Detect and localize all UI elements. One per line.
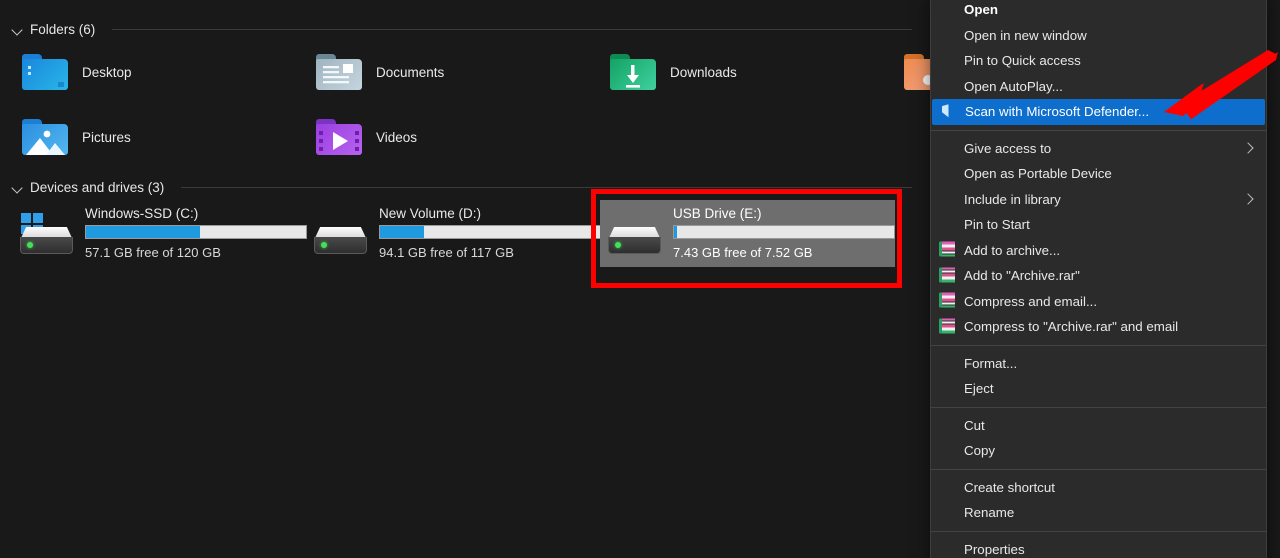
- menu-item-label: Open in new window: [964, 28, 1087, 43]
- chevron-down-icon: [12, 182, 23, 193]
- drive-tile-usb-drive-e[interactable]: USB Drive (E:) 7.43 GB free of 7.52 GB: [600, 200, 895, 267]
- menu-separator: [931, 469, 1266, 470]
- menu-item-give-access-to[interactable]: Give access to: [931, 136, 1266, 162]
- menu-separator: [931, 407, 1266, 408]
- defender-shield-icon: [940, 103, 957, 120]
- drive-name: Windows-SSD (C:): [85, 206, 307, 221]
- winrar-icon: [939, 293, 956, 310]
- menu-item-label: Pin to Start: [964, 217, 1030, 232]
- drive-icon: [607, 215, 662, 259]
- menu-item-create-shortcut[interactable]: Create shortcut: [931, 475, 1266, 501]
- folder-videos-icon: [316, 117, 362, 157]
- folder-label: Pictures: [82, 130, 131, 145]
- menu-item-add-to-archive-rar[interactable]: Add to "Archive.rar": [931, 263, 1266, 289]
- folder-label: Videos: [376, 130, 417, 145]
- folder-downloads-icon: [610, 52, 656, 92]
- menu-item-label: Open AutoPlay...: [964, 79, 1063, 94]
- drive-capacity-bar: [85, 225, 307, 239]
- menu-item-label: Copy: [964, 443, 995, 458]
- menu-item-include-in-library[interactable]: Include in library: [931, 187, 1266, 213]
- winrar-icon: [939, 318, 956, 335]
- menu-item-label: Rename: [964, 505, 1014, 520]
- group-divider: [181, 187, 912, 188]
- menu-item-label: Add to "Archive.rar": [964, 268, 1080, 283]
- menu-item-label: Properties: [964, 542, 1025, 557]
- folder-label: Desktop: [82, 65, 132, 80]
- drive-name: New Volume (D:): [379, 206, 601, 221]
- group-label-folders: Folders (6): [30, 22, 95, 37]
- chevron-right-icon: [1242, 194, 1253, 205]
- group-label-devices: Devices and drives (3): [30, 180, 164, 195]
- menu-item-open-autoplay[interactable]: Open AutoPlay...: [931, 74, 1266, 100]
- file-explorer-screen: Folders (6) Desktop: [0, 0, 1280, 558]
- menu-item-label: Compress to "Archive.rar" and email: [964, 319, 1178, 334]
- folder-tile-videos[interactable]: Videos: [316, 117, 417, 157]
- drive-tile-windows-ssd-c[interactable]: Windows-SSD (C:) 57.1 GB free of 120 GB: [12, 200, 307, 267]
- drive-tile-new-volume-d[interactable]: New Volume (D:) 94.1 GB free of 117 GB: [306, 200, 601, 267]
- winrar-icon: [939, 267, 956, 284]
- menu-item-compress-and-email[interactable]: Compress and email...: [931, 289, 1266, 315]
- menu-item-copy[interactable]: Copy: [931, 438, 1266, 464]
- menu-item-label: Pin to Quick access: [964, 53, 1081, 68]
- drive-free-space-text: 94.1 GB free of 117 GB: [379, 245, 601, 260]
- menu-item-label: Scan with Microsoft Defender...: [965, 104, 1149, 119]
- drive-capacity-bar: [379, 225, 601, 239]
- menu-item-label: Format...: [964, 356, 1017, 371]
- drive-name: USB Drive (E:): [673, 206, 895, 221]
- drive-capacity-bar: [673, 225, 895, 239]
- menu-item-rename[interactable]: Rename: [931, 500, 1266, 526]
- group-header-folders[interactable]: Folders (6): [12, 22, 912, 37]
- menu-item-pin-to-start[interactable]: Pin to Start: [931, 212, 1266, 238]
- menu-item-add-to-archive[interactable]: Add to archive...: [931, 238, 1266, 264]
- menu-item-label: Include in library: [964, 192, 1061, 207]
- folder-label: Downloads: [670, 65, 737, 80]
- drive-icon: [19, 215, 74, 259]
- menu-separator: [931, 531, 1266, 532]
- menu-separator: [931, 130, 1266, 131]
- folder-pictures-icon: [22, 117, 68, 157]
- chevron-right-icon: [1242, 143, 1253, 154]
- menu-item-scan-with-microsoft-defender[interactable]: Scan with Microsoft Defender...: [932, 99, 1265, 125]
- drive-free-space-text: 57.1 GB free of 120 GB: [85, 245, 307, 260]
- folder-tile-downloads[interactable]: Downloads: [610, 52, 737, 92]
- context-menu[interactable]: Open Open in new window Pin to Quick acc…: [930, 0, 1267, 558]
- menu-item-format[interactable]: Format...: [931, 351, 1266, 377]
- menu-item-label: Add to archive...: [964, 243, 1060, 258]
- folder-tile-desktop[interactable]: Desktop: [22, 52, 132, 92]
- menu-item-label: Compress and email...: [964, 294, 1097, 309]
- folder-label: Documents: [376, 65, 444, 80]
- menu-separator: [931, 345, 1266, 346]
- menu-item-eject[interactable]: Eject: [931, 376, 1266, 402]
- drive-capacity-fill: [674, 226, 677, 238]
- chevron-down-icon: [12, 24, 23, 35]
- drive-capacity-fill: [380, 226, 424, 238]
- menu-item-open-as-portable-device[interactable]: Open as Portable Device: [931, 161, 1266, 187]
- menu-item-properties[interactable]: Properties: [931, 537, 1266, 558]
- drive-capacity-fill: [86, 226, 200, 238]
- group-header-devices-and-drives[interactable]: Devices and drives (3): [12, 180, 912, 195]
- group-divider: [112, 29, 912, 30]
- menu-item-pin-to-quick-access[interactable]: Pin to Quick access: [931, 48, 1266, 74]
- menu-item-open-in-new-window[interactable]: Open in new window: [931, 23, 1266, 49]
- winrar-icon: [939, 242, 956, 259]
- menu-item-label: Give access to: [964, 141, 1051, 156]
- drive-icon: [313, 215, 368, 259]
- menu-item-open[interactable]: Open: [931, 0, 1266, 23]
- folder-tile-documents[interactable]: Documents: [316, 52, 444, 92]
- menu-item-label: Open as Portable Device: [964, 166, 1112, 181]
- menu-item-label: Open: [964, 2, 998, 17]
- folder-desktop-icon: [22, 52, 68, 92]
- menu-item-label: Eject: [964, 381, 994, 396]
- folder-tile-pictures[interactable]: Pictures: [22, 117, 131, 157]
- menu-item-cut[interactable]: Cut: [931, 413, 1266, 439]
- menu-item-compress-to-archive-rar-and-email[interactable]: Compress to "Archive.rar" and email: [931, 314, 1266, 340]
- menu-item-label: Cut: [964, 418, 985, 433]
- drive-free-space-text: 7.43 GB free of 7.52 GB: [673, 245, 895, 260]
- menu-item-label: Create shortcut: [964, 480, 1055, 495]
- folder-documents-icon: [316, 52, 362, 92]
